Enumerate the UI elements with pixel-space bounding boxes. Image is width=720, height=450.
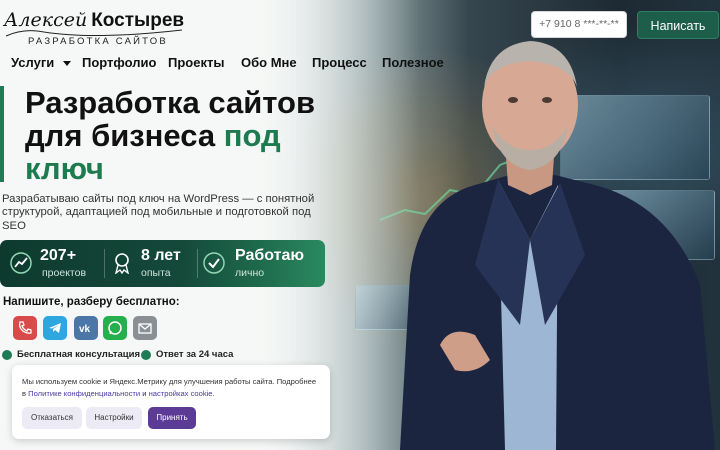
stat-value: 207+ [40,247,77,264]
stat-value: 8 лет [141,247,181,264]
svg-text:vk: vk [79,324,91,335]
cookie-refuse-button[interactable]: Отказаться [22,407,82,429]
check-shield-icon [203,252,225,274]
telegram-button[interactable] [43,316,67,340]
cookie-settings-link[interactable]: настройках cookie [149,389,213,398]
phone-number[interactable]: +7 910 8 ***-**-** [531,11,627,38]
write-button[interactable]: Написать [637,11,719,39]
cookie-banner: Мы используем cookie и Яндекс.Метрику дл… [12,365,330,439]
phone-icon [19,321,32,334]
title-accent-bar [0,86,4,182]
nav-item-projects[interactable]: Проекты [168,55,224,71]
feature-check-icon [2,350,12,360]
contact-title: Напишите, разберу бесплатно: [3,296,180,308]
stat-label: опыта [141,267,171,279]
nav-item-useful[interactable]: Полезное [382,55,444,71]
site-logo[interactable]: Алексей Костырев РАЗРАБОТКА САЙТОВ [4,9,184,47]
cookie-settings-button[interactable]: Настройки [86,407,142,429]
cookie-text: Мы используем cookie и Яндекс.Метрику дл… [22,376,322,400]
stat-label: лично [235,267,265,279]
vk-icon: vk [79,324,91,335]
whatsapp-button[interactable] [103,316,127,340]
logo-subtitle: РАЗРАБОТКА САЙТОВ [28,36,168,47]
nav-item-about[interactable]: Обо Мне [241,55,297,71]
feature-check-icon [141,350,151,360]
hero-title-line1: Разработка сайтов [25,85,316,120]
cookie-accept-button[interactable]: Принять [148,407,196,429]
hero-title-accent: ключ [25,151,104,186]
nav-item-label: Услуги [11,55,55,70]
stat-value: Работаю [235,247,305,264]
phone-button[interactable] [13,316,37,340]
cookie-text-part: и [140,389,149,398]
email-button[interactable] [133,316,157,340]
chevron-down-icon [62,60,71,66]
growth-chart-icon [10,252,32,274]
feature-reply-24h: Ответ за 24 часа [156,349,234,360]
mail-icon [138,323,152,334]
nav-item-process[interactable]: Процесс [312,55,367,71]
whatsapp-icon [108,321,122,335]
feature-free-consultation: Бесплатная консультация [17,349,140,360]
hero-title-line2: для бизнеса [25,118,224,153]
telegram-icon [49,323,61,333]
stat-label: проектов [42,267,87,279]
nav-item-services[interactable]: Услуги [11,55,71,71]
vk-button[interactable]: vk [74,316,98,340]
stats-bar: 207+ проектов 8 лет опыта Работаю лично [0,240,325,287]
portrait-photo [400,41,715,450]
hero-description: Разрабатываю сайты под ключ на WordPress… [2,193,315,232]
stat-projects: 207+ проектов [0,240,105,287]
hero-title: Разработка сайтов для бизнеса под ключ [25,86,385,185]
privacy-policy-link[interactable]: Политике конфиденциальности [28,389,140,398]
award-ribbon-icon [115,253,129,274]
stat-personal: Работаю лично [197,240,325,287]
nav-item-portfolio[interactable]: Портфолио [82,55,156,71]
hero-title-accent: под [223,118,281,153]
stat-experience: 8 лет опыта [105,240,197,287]
cookie-text-part: . [212,389,215,398]
